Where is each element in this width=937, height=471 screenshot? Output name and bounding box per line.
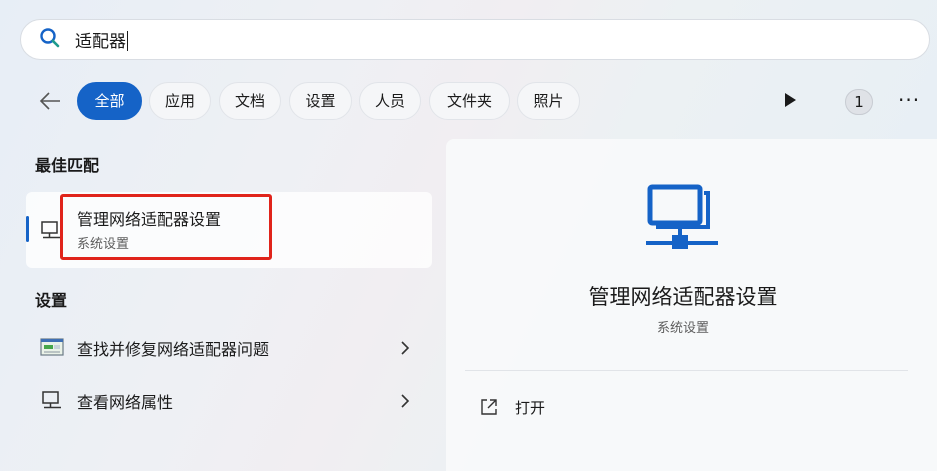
preview-panel: 管理网络适配器设置 系统设置 打开: [446, 139, 937, 471]
tab-photos[interactable]: 照片: [517, 82, 580, 120]
tab-apps[interactable]: 应用: [149, 82, 211, 120]
tab-documents[interactable]: 文档: [219, 82, 281, 120]
tab-all[interactable]: 全部: [77, 82, 142, 120]
back-arrow-icon[interactable]: [38, 90, 62, 112]
text-caret: [127, 31, 128, 51]
tab-folders[interactable]: 文件夹: [429, 82, 510, 120]
more-options-icon[interactable]: ···: [898, 90, 920, 110]
result-count-badge[interactable]: 1: [845, 89, 873, 115]
preview-title: 管理网络适配器设置: [588, 285, 778, 309]
settings-heading: 设置: [35, 291, 68, 310]
setting-item-label: 查找并修复网络适配器问题: [77, 340, 270, 359]
open-action[interactable]: 打开: [480, 396, 600, 418]
tab-settings[interactable]: 设置: [289, 82, 352, 120]
selection-indicator: [26, 216, 29, 242]
tab-people[interactable]: 人员: [359, 82, 421, 120]
search-bar[interactable]: 适配器: [20, 19, 930, 60]
open-action-label: 打开: [515, 399, 546, 417]
search-input[interactable]: 适配器: [75, 27, 128, 52]
play-icon[interactable]: [782, 91, 798, 109]
open-external-icon: [481, 399, 497, 415]
setting-item-troubleshoot[interactable]: 查找并修复网络适配器问题: [26, 323, 432, 373]
preview-subtitle: 系统设置: [656, 321, 709, 336]
panel-divider: [465, 370, 908, 371]
best-match-heading: 最佳匹配: [35, 156, 100, 175]
setting-item-network-properties[interactable]: 查看网络属性: [26, 376, 432, 426]
chevron-right-icon: [401, 394, 410, 408]
chevron-right-icon: [401, 341, 410, 355]
highlight-annotation: [60, 194, 272, 260]
search-icon: [39, 27, 61, 53]
network-properties-icon: [42, 391, 61, 409]
troubleshooter-icon: [40, 338, 64, 356]
setting-item-label: 查看网络属性: [77, 393, 174, 412]
network-adapter-icon: [41, 221, 60, 239]
filter-row: 全部 应用 文档 设置 人员 文件夹 照片 1 ···: [30, 81, 930, 121]
network-adapter-icon: [646, 184, 718, 249]
